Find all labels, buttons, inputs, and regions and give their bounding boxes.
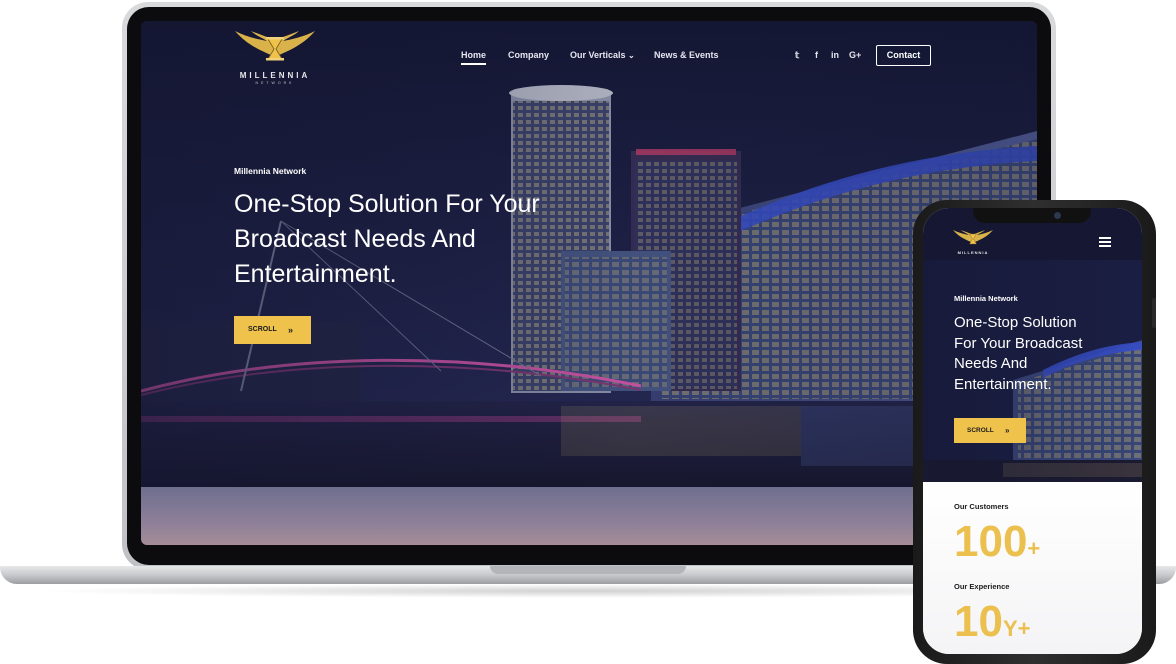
phone-notch [973, 208, 1091, 223]
nav-our-verticals-label: Our Verticals [570, 50, 626, 60]
laptop-opening-notch [490, 566, 686, 574]
winged-hourglass-logo-icon [235, 31, 315, 61]
hero-eyebrow: Millennia Network [234, 166, 307, 176]
mobile-site-logo[interactable]: MILLENNIA [951, 228, 995, 260]
hero-title-line: Broadcast Needs And [234, 225, 476, 253]
twitter-icon[interactable]: 𝕥 [795, 50, 799, 61]
nav-news-events[interactable]: News & Events [654, 50, 719, 60]
hamburger-menu-icon[interactable] [1099, 237, 1111, 247]
stat-number: 10 [954, 597, 1003, 646]
mobile-hero-title: One-Stop Solution For Your Broadcast Nee… [954, 313, 1082, 395]
hero-section: MILLENNIA NETWORK Home Company Our Verti… [141, 21, 1037, 487]
mobile-logo-wordmark: MILLENNIA [957, 250, 989, 255]
stat-label-customers: Our Customers [954, 502, 1009, 511]
mobile-scroll-button-label: SCROLL [967, 427, 994, 434]
hero-title-line: Entertainment. [234, 260, 397, 288]
winged-hourglass-logo-icon [953, 230, 993, 245]
hero-title-line: One-Stop Solution For Your [234, 190, 540, 218]
scroll-button[interactable]: SCROLL » [234, 316, 311, 344]
phone-side-button [1152, 298, 1156, 328]
double-chevron-down-icon: » [1005, 426, 1010, 435]
mobile-hero-eyebrow: Millennia Network [954, 294, 1018, 303]
nav-our-verticals[interactable]: Our Verticals ⌄ [570, 50, 635, 60]
contact-button[interactable]: Contact [876, 45, 931, 66]
stat-number: 100 [954, 517, 1028, 566]
stat-label-experience: Our Experience [954, 582, 1010, 591]
desktop-website: MILLENNIA NETWORK Home Company Our Verti… [141, 21, 1037, 545]
nav-company[interactable]: Company [508, 50, 549, 60]
google-plus-icon[interactable]: G+ [849, 50, 861, 60]
stat-value-customers: 100+ [954, 520, 1040, 571]
scroll-button-label: SCROLL [248, 326, 277, 333]
logo-wordmark: MILLENNIA [239, 71, 311, 80]
hero-title: One-Stop Solution For Your Broadcast Nee… [234, 187, 594, 292]
mobile-hero-title-line: For Your Broadcast [954, 334, 1083, 352]
double-chevron-down-icon: » [288, 325, 294, 335]
chevron-down-icon: ⌄ [628, 51, 635, 60]
site-logo[interactable]: MILLENNIA NETWORK [233, 27, 317, 93]
facebook-icon[interactable]: f [815, 50, 818, 60]
logo-subtitle: NETWORK [255, 81, 295, 85]
nav-active-indicator [461, 63, 486, 65]
mobile-hero-title-line: Entertainment. [954, 375, 1052, 393]
stat-suffix: Y+ [1002, 616, 1031, 641]
stat-value-experience: 10Y+ [954, 600, 1030, 651]
mobile-stats-section: Our Customers 100+ Our Experience 10Y+ [923, 482, 1142, 654]
stat-suffix: + [1027, 536, 1041, 561]
mobile-website: MILLENNIA Millennia Network One-Stop Sol… [923, 208, 1142, 654]
mobile-hero-title-line: One-Stop Solution [954, 314, 1077, 331]
nav-home[interactable]: Home [461, 50, 486, 60]
linkedin-icon[interactable]: in [831, 50, 839, 60]
phone-camera [1054, 212, 1061, 219]
mobile-scroll-button[interactable]: SCROLL » [954, 418, 1026, 443]
next-section-preview [141, 487, 1037, 545]
mobile-hero-title-line: Needs And [954, 355, 1028, 372]
